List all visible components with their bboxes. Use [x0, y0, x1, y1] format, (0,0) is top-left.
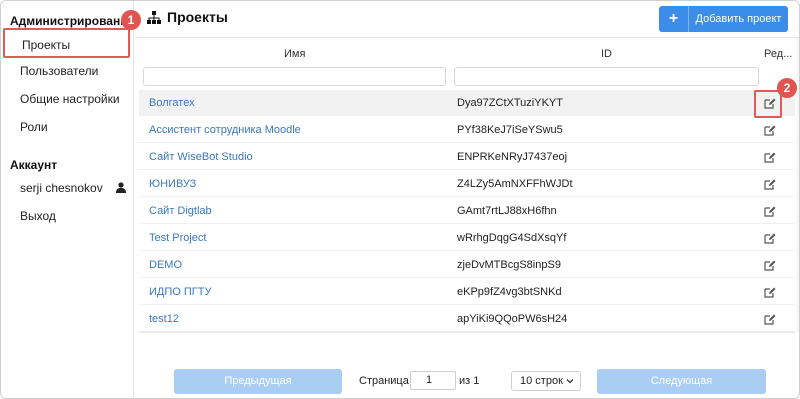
chevron-down-icon — [566, 379, 574, 384]
edit-icon[interactable] — [763, 231, 777, 245]
step-badge-1: 1 — [121, 10, 141, 30]
add-project-label: Добавить проект — [695, 13, 782, 25]
table-row[interactable]: Test Project wRrhgDqgG4SdXsqYf — [139, 225, 795, 251]
user-icon — [116, 182, 127, 194]
sidebar-item-general-settings[interactable]: Общие настройки — [3, 84, 130, 114]
project-id: Dya97ZCtXTuziYKYT — [457, 97, 563, 109]
project-id: wRrhgDqgG4SdXsqYf — [457, 232, 567, 244]
table-row[interactable]: Ассистент сотрудника Moodle PYf38KeJ7iSe… — [139, 117, 795, 143]
page-total: из 1 — [459, 375, 480, 387]
project-id: zjeDvMTBcgS8inpS9 — [457, 259, 561, 271]
edit-icon[interactable] — [763, 258, 777, 272]
rows-per-page-value: 10 строк — [520, 375, 563, 387]
project-id: PYf38KeJ7iSeYSwu5 — [457, 124, 563, 136]
project-name-link[interactable]: Сайт WiseBot Studio — [149, 151, 253, 163]
table-row[interactable]: ИДПО ПГТУ eKPp9fZ4vg3btSNKd — [139, 279, 795, 305]
edit-icon[interactable] — [763, 285, 777, 299]
sidebar-item-projects[interactable]: Проекты — [3, 28, 130, 58]
column-header-edit: Ред... — [764, 48, 793, 60]
sidebar-item-roles[interactable]: Роли — [3, 112, 130, 142]
name-filter-input[interactable] — [143, 67, 446, 86]
divider — [139, 332, 795, 333]
edit-icon[interactable] — [763, 123, 777, 137]
table-row[interactable]: Сайт WiseBot Studio ENPRKeNRyJ7437eoj — [139, 144, 795, 170]
page-label: Страница — [359, 375, 409, 387]
page-title-text: Проекты — [167, 9, 228, 25]
edit-icon[interactable] — [763, 312, 777, 326]
project-id: ENPRKeNRyJ7437eoj — [457, 151, 568, 163]
sidebar-section-admin: Администрирование — [10, 14, 135, 28]
rows-per-page-select[interactable]: 10 строк — [511, 371, 581, 391]
column-header-name[interactable]: Имя — [284, 48, 305, 60]
sidebar-item-user[interactable]: serji chesnokov — [3, 173, 130, 203]
table-row[interactable]: DEMO zjeDvMTBcgS8inpS9 — [139, 252, 795, 278]
sidebar: Администрирование Проекты Пользователи О… — [1, 1, 135, 398]
page-title: Проекты — [147, 9, 228, 25]
app-window: Администрирование Проекты Пользователи О… — [0, 0, 800, 399]
edit-highlight-box — [754, 90, 782, 118]
project-name-link[interactable]: Ассистент сотрудника Moodle — [149, 124, 301, 136]
sitemap-icon — [147, 10, 161, 24]
sidebar-item-users[interactable]: Пользователи — [3, 56, 130, 86]
id-filter-input[interactable] — [454, 67, 759, 86]
previous-page-button[interactable]: Предыдущая — [174, 369, 342, 394]
page-number-input[interactable]: 1 — [410, 371, 456, 390]
step-badge-2: 2 — [777, 78, 797, 98]
project-name-link[interactable]: Test Project — [149, 232, 206, 244]
project-name-link[interactable]: ИДПО ПГТУ — [149, 286, 211, 298]
add-project-button[interactable]: + Добавить проект — [659, 6, 788, 32]
project-id: eKPp9fZ4vg3btSNKd — [457, 286, 562, 298]
column-header-id[interactable]: ID — [601, 48, 612, 60]
project-id: Z4LZy5AmNXFFhWJDt — [457, 178, 573, 190]
project-name-link[interactable]: DEMO — [149, 259, 182, 271]
edit-icon[interactable] — [763, 177, 777, 191]
project-name-link[interactable]: Сайт Digtlab — [149, 205, 212, 217]
project-name-link[interactable]: Волгатех — [149, 97, 195, 109]
scrollbar[interactable] — [796, 38, 799, 333]
project-name-link[interactable]: test12 — [149, 313, 179, 325]
project-id: GAmt7rtLJ88xH6fhn — [457, 205, 557, 217]
plus-icon: + — [659, 6, 689, 32]
user-name: serji chesnokov — [20, 181, 103, 195]
project-name-link[interactable]: ЮНИВУЗ — [149, 178, 196, 190]
table-row[interactable]: Волгатех Dya97ZCtXTuziYKYT — [139, 90, 795, 116]
table-row[interactable]: test12 apYiKi9QQoPW6sH24 — [139, 306, 795, 332]
sidebar-item-logout[interactable]: Выход — [3, 201, 130, 231]
next-page-button[interactable]: Следующая — [597, 369, 766, 394]
table-row[interactable]: ЮНИВУЗ Z4LZy5AmNXFFhWJDt — [139, 171, 795, 197]
edit-icon[interactable] — [763, 204, 777, 218]
sidebar-section-account: Аккаунт — [10, 158, 58, 172]
edit-icon[interactable] — [763, 150, 777, 164]
divider — [135, 37, 799, 38]
table-row[interactable]: Сайт Digtlab GAmt7rtLJ88xH6fhn — [139, 198, 795, 224]
project-id: apYiKi9QQoPW6sH24 — [457, 313, 568, 325]
